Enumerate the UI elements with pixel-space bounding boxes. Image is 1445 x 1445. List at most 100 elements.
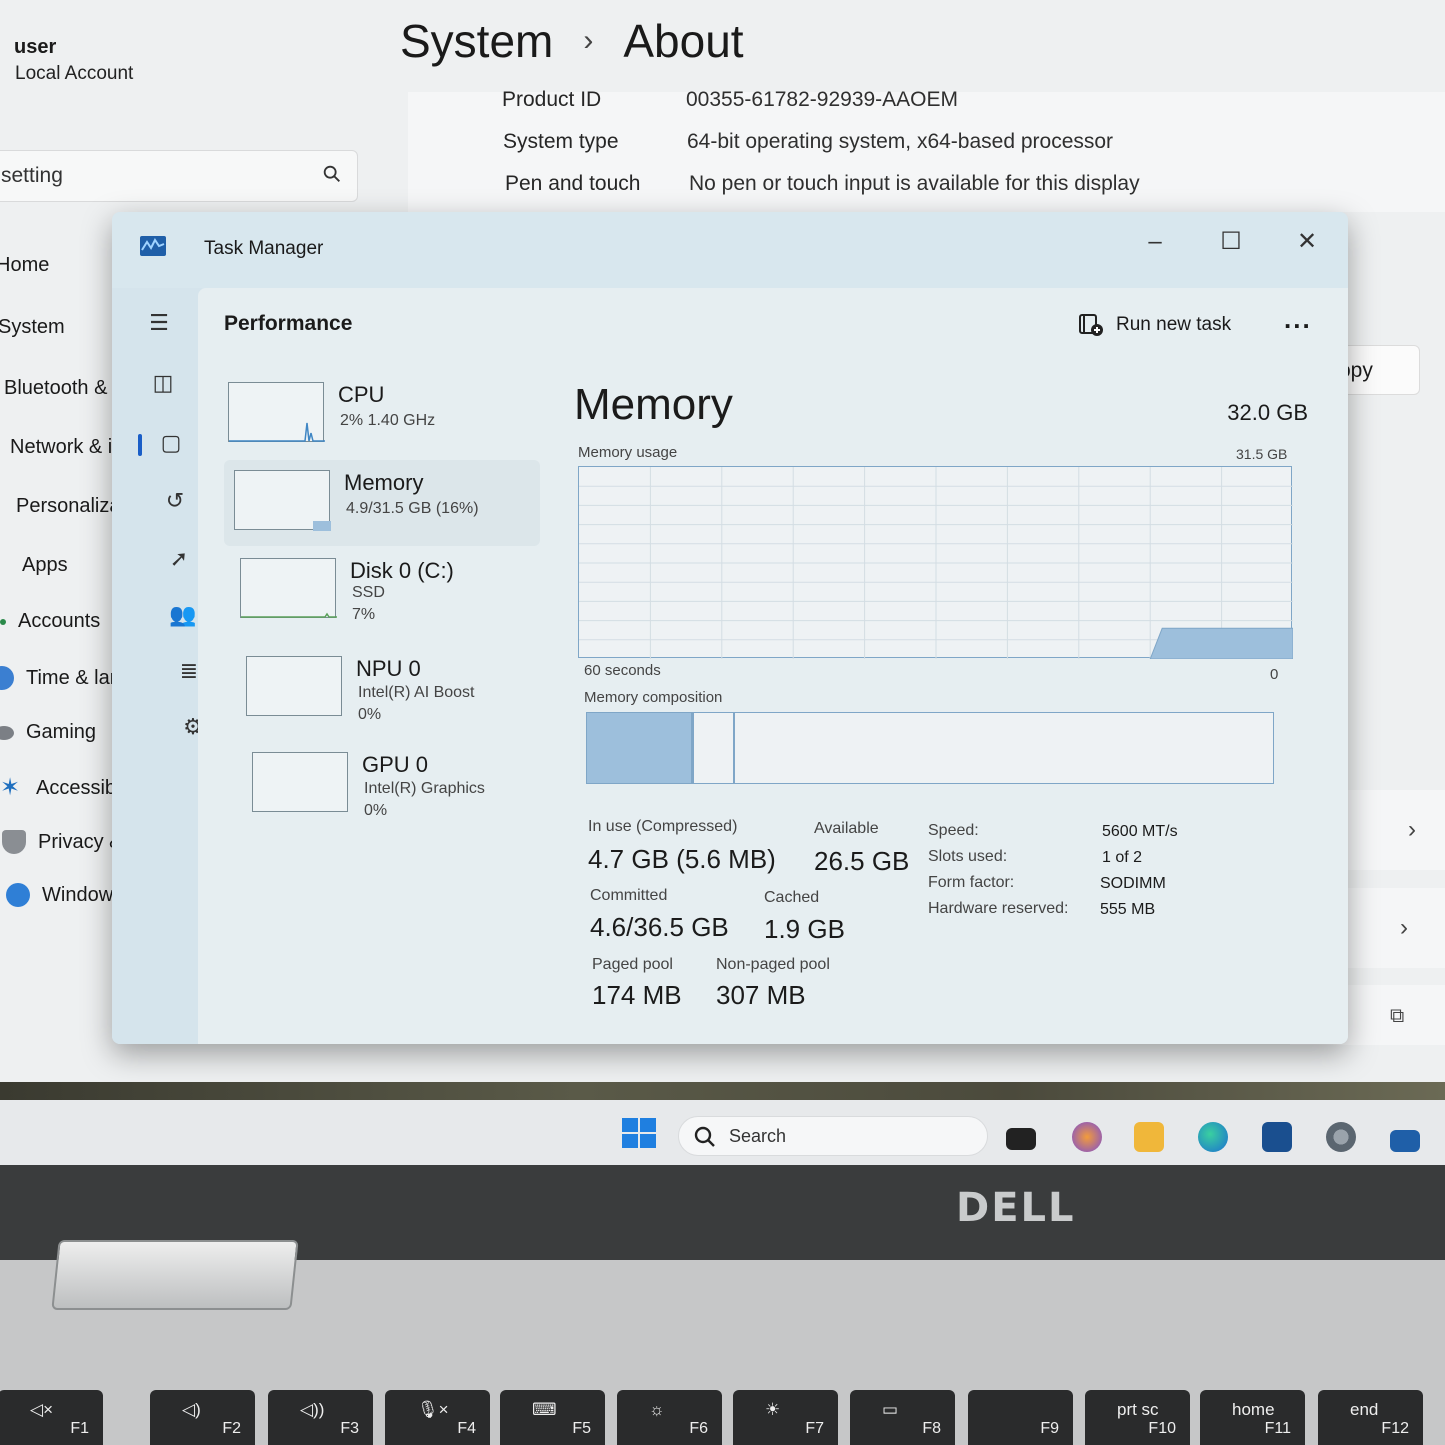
key-f3[interactable]: ◁)) F3 [268,1390,373,1445]
minimize-icon[interactable]: – [1130,222,1180,262]
key-fn-label: F2 [222,1420,241,1437]
composition-in-use [587,713,694,783]
settings-search-input[interactable]: setting [0,150,358,202]
key-f6[interactable]: ☼ F6 [617,1390,722,1445]
task-manager-titlebar[interactable]: Task Manager – ☐ ✕ [112,212,1348,288]
device-item-npu[interactable]: NPU 0 Intel(R) AI Boost 0% [236,646,552,732]
close-icon[interactable]: ✕ [1282,222,1332,262]
spec-speed-value: 5600 MT/s [1102,823,1178,840]
shield-icon [2,830,26,854]
key-glyph: ☼ [649,1400,665,1419]
device-stat: Intel(R) AI Boost [358,684,475,701]
task-view-icon[interactable] [1006,1128,1036,1150]
nav-label: Network & ir [10,436,119,458]
taskbar-search[interactable]: Search [678,1116,988,1156]
key-f10[interactable]: prt sc F10 [1085,1390,1190,1445]
app-history-icon[interactable]: ↺ [160,486,190,516]
time-end-label: 0 [1270,666,1279,683]
user-name: user [14,36,57,58]
processes-icon[interactable]: ◫ [148,368,178,398]
device-stat: 2% 1.40 GHz [340,412,436,429]
accounts-icon [0,618,6,625]
key-f7[interactable]: ☀ F7 [733,1390,838,1445]
settings-app-icon[interactable] [1326,1122,1356,1152]
key-fn-label: F12 [1381,1420,1409,1437]
memory-usage-chart [579,467,1294,660]
nav-item-network[interactable]: Network & ir [10,436,119,459]
device-item-disk[interactable]: Disk 0 (C:) SSD 7% [230,548,546,634]
key-f2[interactable]: ◁) F2 [150,1390,255,1445]
nav-item-home[interactable]: Home [0,254,49,277]
available-value: 26.5 GB [814,846,910,876]
spec-hw-reserved-label: Hardware reserved: [928,900,1069,917]
spec-form-factor-label: Form factor: [928,874,1015,891]
nav-label: Gaming [26,721,97,743]
device-item-gpu[interactable]: GPU 0 Intel(R) Graphics 0% [242,742,558,828]
memory-composition-bar [586,712,1274,784]
accessibility-icon: ✶ [0,774,21,801]
search-icon [323,165,340,182]
edge-icon[interactable] [1198,1122,1228,1152]
key-f9[interactable]: F9 [968,1390,1073,1445]
device-stat: SSD [352,584,385,601]
device-name: CPU [338,382,385,407]
nav-item-apps[interactable]: Apps [22,554,68,577]
key-fn-label: F11 [1264,1420,1291,1437]
gpu-thumbnail-graph [252,752,348,812]
performance-icon[interactable]: ▢ [156,428,186,458]
startup-apps-icon[interactable]: ➚ [164,544,194,574]
chevron-right-icon: › [1400,914,1408,941]
breadcrumb-parent[interactable]: System [400,14,553,68]
spec-form-factor-value: SODIMM [1100,875,1166,892]
paged-pool-value: 174 MB [592,980,682,1010]
breadcrumb-separator-icon: › [583,24,594,57]
device-usage: 7% [352,606,376,623]
key-fn-label: F1 [70,1420,89,1437]
windows-start-icon[interactable] [622,1118,656,1148]
nav-item-accounts[interactable]: Accounts [0,610,100,633]
device-name: NPU 0 [356,656,421,681]
key-f1[interactable]: ◁× F1 [0,1390,103,1445]
device-info-panel: Product ID 00355-61782-92939-AAOEM Syste… [408,88,1445,212]
key-f4[interactable]: 🎙× F4 [385,1390,490,1445]
nav-label: Apps [22,554,68,576]
device-item-memory[interactable]: Memory 4.9/31.5 GB (16%) [224,460,540,546]
memory-thumbnail-graph [234,470,331,531]
spec-slots-value: 1 of 2 [1102,849,1143,866]
cached-label: Cached [764,889,820,906]
file-explorer-icon[interactable] [1134,1122,1164,1152]
more-options-icon[interactable]: ... [1284,304,1312,335]
device-item-cpu[interactable]: CPU 2% 1.40 GHz [218,372,534,458]
breadcrumb: System › About [400,14,744,68]
copilot-icon[interactable] [1072,1122,1102,1152]
key-fn-label: F7 [805,1420,824,1437]
nonpaged-pool-value: 307 MB [716,980,806,1010]
task-manager-taskbar-icon[interactable] [1390,1130,1420,1152]
info-key: Pen and touch [505,172,641,195]
store-icon[interactable] [1262,1122,1292,1152]
time-range-label: 60 seconds [584,662,661,679]
key-glyph: ◁)) [300,1400,325,1419]
run-new-task-button[interactable]: Run new task [1078,312,1231,338]
spec-hw-reserved-value: 555 MB [1100,901,1156,918]
device-stat: 4.9/31.5 GB (16%) [346,500,479,517]
selected-indicator [138,434,142,456]
hamburger-menu-icon[interactable]: ☰ [144,308,174,338]
key-f5[interactable]: ⌨ F5 [500,1390,605,1445]
taskbar-search-label: Search [729,1126,787,1146]
maximize-icon[interactable]: ☐ [1206,222,1256,262]
key-f12[interactable]: end F12 [1318,1390,1423,1445]
nav-item-system[interactable]: System [0,316,65,339]
key-f11[interactable]: home F11 [1200,1390,1305,1445]
nav-item-gaming[interactable]: Gaming [0,721,96,744]
key-fn-label: F5 [572,1420,591,1437]
nav-label: Home [0,254,50,276]
gamepad-icon [0,725,14,740]
nav-item-bluetooth[interactable]: Bluetooth & [4,377,107,400]
paged-pool-label: Paged pool [592,956,673,973]
users-icon[interactable]: 👥 [168,600,198,630]
nav-label: Accounts [18,610,101,632]
spec-speed-label: Speed: [928,822,979,839]
info-value: 64-bit operating system, x64-based proce… [687,130,1114,153]
key-f8[interactable]: ▭ F8 [850,1390,955,1445]
